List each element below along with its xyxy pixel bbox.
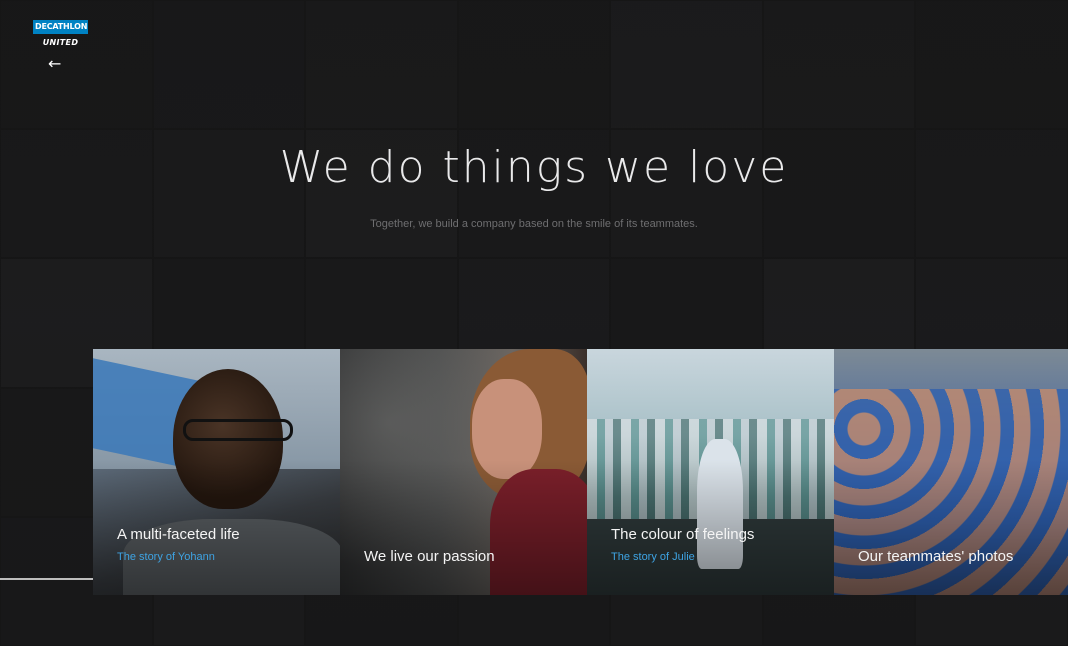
card-title: We live our passion bbox=[364, 548, 495, 565]
hero-title: We do things we love bbox=[279, 142, 789, 193]
card-link[interactable]: The story of Julie bbox=[611, 551, 695, 563]
hero-subtitle: Together, we build a company based on th… bbox=[370, 218, 698, 230]
card-title: A multi-faceted life bbox=[117, 526, 240, 543]
card-link[interactable]: The story of Yohann bbox=[117, 551, 215, 563]
slider-progress bbox=[0, 578, 94, 580]
decathlon-united-logo[interactable]: DECATHLON UNITED bbox=[33, 20, 88, 47]
story-carousel: A multi-faceted life The story of Yohann… bbox=[93, 349, 1068, 595]
card-title: The colour of feelings bbox=[611, 526, 755, 543]
story-card-julie[interactable]: The colour of feelings The story of Juli… bbox=[587, 349, 834, 595]
arrow-left-icon: ← bbox=[48, 54, 62, 73]
story-card-yohann[interactable]: A multi-faceted life The story of Yohann bbox=[93, 349, 340, 595]
card-title: Our teammates' photos bbox=[858, 548, 1014, 565]
story-card-passion[interactable]: We live our passion bbox=[340, 349, 587, 595]
logo-wordmark: DECATHLON bbox=[33, 20, 88, 34]
logo-subtitle: UNITED bbox=[42, 38, 79, 47]
story-card-teammates-photos[interactable]: Our teammates' photos bbox=[834, 349, 1068, 595]
back-button[interactable]: ← bbox=[48, 56, 66, 72]
